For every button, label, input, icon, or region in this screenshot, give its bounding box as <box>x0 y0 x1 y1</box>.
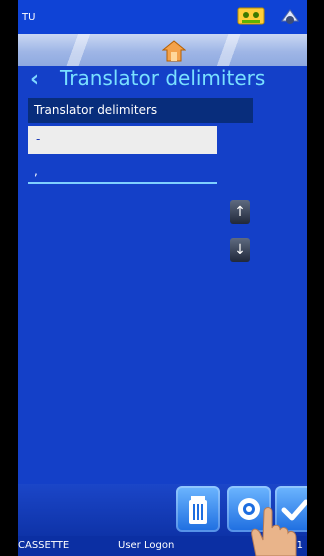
status-bar: TU <box>18 0 307 34</box>
user-logon-label[interactable]: User Logon <box>118 536 174 556</box>
move-down-button[interactable]: ↓ <box>230 238 250 262</box>
back-chevron-icon[interactable]: ‹ <box>30 67 39 92</box>
move-up-button[interactable]: ↑ <box>230 200 250 224</box>
pointer-hand-icon <box>251 507 297 556</box>
delimiter-field-1[interactable]: - <box>28 126 217 154</box>
home-icon[interactable] <box>162 40 186 62</box>
trash-icon <box>189 496 207 524</box>
app-screen: TU ‹ Translator delimiters Translator de… <box>18 0 307 556</box>
bottom-left-label: CASSETTE <box>18 540 70 551</box>
delete-button[interactable] <box>176 486 220 532</box>
status-icons <box>237 6 301 28</box>
page-title: Translator delimiters <box>60 66 266 90</box>
cassette-icon <box>237 7 265 25</box>
delimiter-field-2[interactable]: , <box>28 164 217 184</box>
field-header: Translator delimiters <box>28 98 253 123</box>
home-bar <box>18 34 307 66</box>
printer-ink-icon <box>281 9 299 24</box>
status-text: TU <box>22 12 36 23</box>
title-row: ‹ Translator delimiters <box>18 66 307 94</box>
